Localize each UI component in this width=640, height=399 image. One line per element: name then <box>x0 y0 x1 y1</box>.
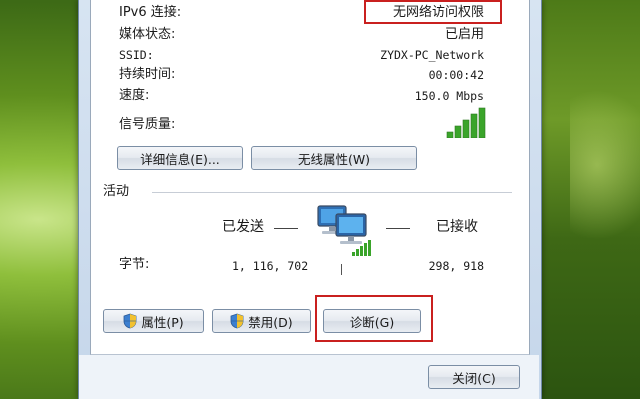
media-state-value: 已启用 <box>444 27 484 42</box>
wireless-properties-button[interactable]: 无线属性(W) <box>251 146 417 170</box>
shield-icon <box>230 313 244 329</box>
media-state-label: 媒体状态: <box>119 27 176 42</box>
signal-bar <box>478 107 486 138</box>
ssid-label: SSID: <box>119 48 154 62</box>
disable-button-label: 禁用(D) <box>248 314 293 330</box>
shield-icon <box>123 313 137 329</box>
properties-button-label: 属性(P) <box>141 314 184 330</box>
diagnose-highlight-box <box>315 295 433 342</box>
ipv6-label: IPv6 连接: <box>119 5 182 20</box>
ssid-value: ZYDX-PC_Network <box>380 48 484 62</box>
duration-value: 00:00:42 <box>428 68 484 82</box>
sent-label: 已发送 <box>222 219 264 235</box>
activity-separator <box>341 264 342 275</box>
duration-label: 持续时间: <box>119 67 176 82</box>
received-dash <box>386 228 410 229</box>
received-label: 已接收 <box>436 219 478 235</box>
network-computers-icon <box>317 205 371 256</box>
bytes-received-value: 298, 918 <box>428 259 484 273</box>
details-button-label: 详细信息(E)... <box>140 151 220 167</box>
wireless-properties-button-label: 无线属性(W) <box>297 151 371 167</box>
activity-divider <box>152 192 512 193</box>
speed-value: 150.0 Mbps <box>414 89 484 103</box>
sent-dash <box>274 228 298 229</box>
signal-quality-label: 信号质量: <box>119 117 176 132</box>
signal-bar <box>470 113 478 138</box>
close-button[interactable]: 关闭(C) <box>428 365 520 389</box>
desktop-background-right <box>540 0 640 399</box>
close-button-label: 关闭(C) <box>452 370 496 386</box>
details-button[interactable]: 详细信息(E)... <box>117 146 243 170</box>
signal-bar <box>462 119 470 138</box>
signal-strength-icon <box>446 107 486 138</box>
speed-label: 速度: <box>119 88 150 103</box>
signal-bar <box>454 125 462 138</box>
bytes-sent-value: 1, 116, 702 <box>232 259 309 273</box>
signal-bar <box>446 131 454 138</box>
properties-button[interactable]: 属性(P) <box>103 309 204 333</box>
bytes-label: 字节: <box>119 257 150 272</box>
activity-section-title: 活动 <box>103 184 130 199</box>
disable-button[interactable]: 禁用(D) <box>212 309 311 333</box>
ipv6-highlight-box <box>364 0 502 24</box>
